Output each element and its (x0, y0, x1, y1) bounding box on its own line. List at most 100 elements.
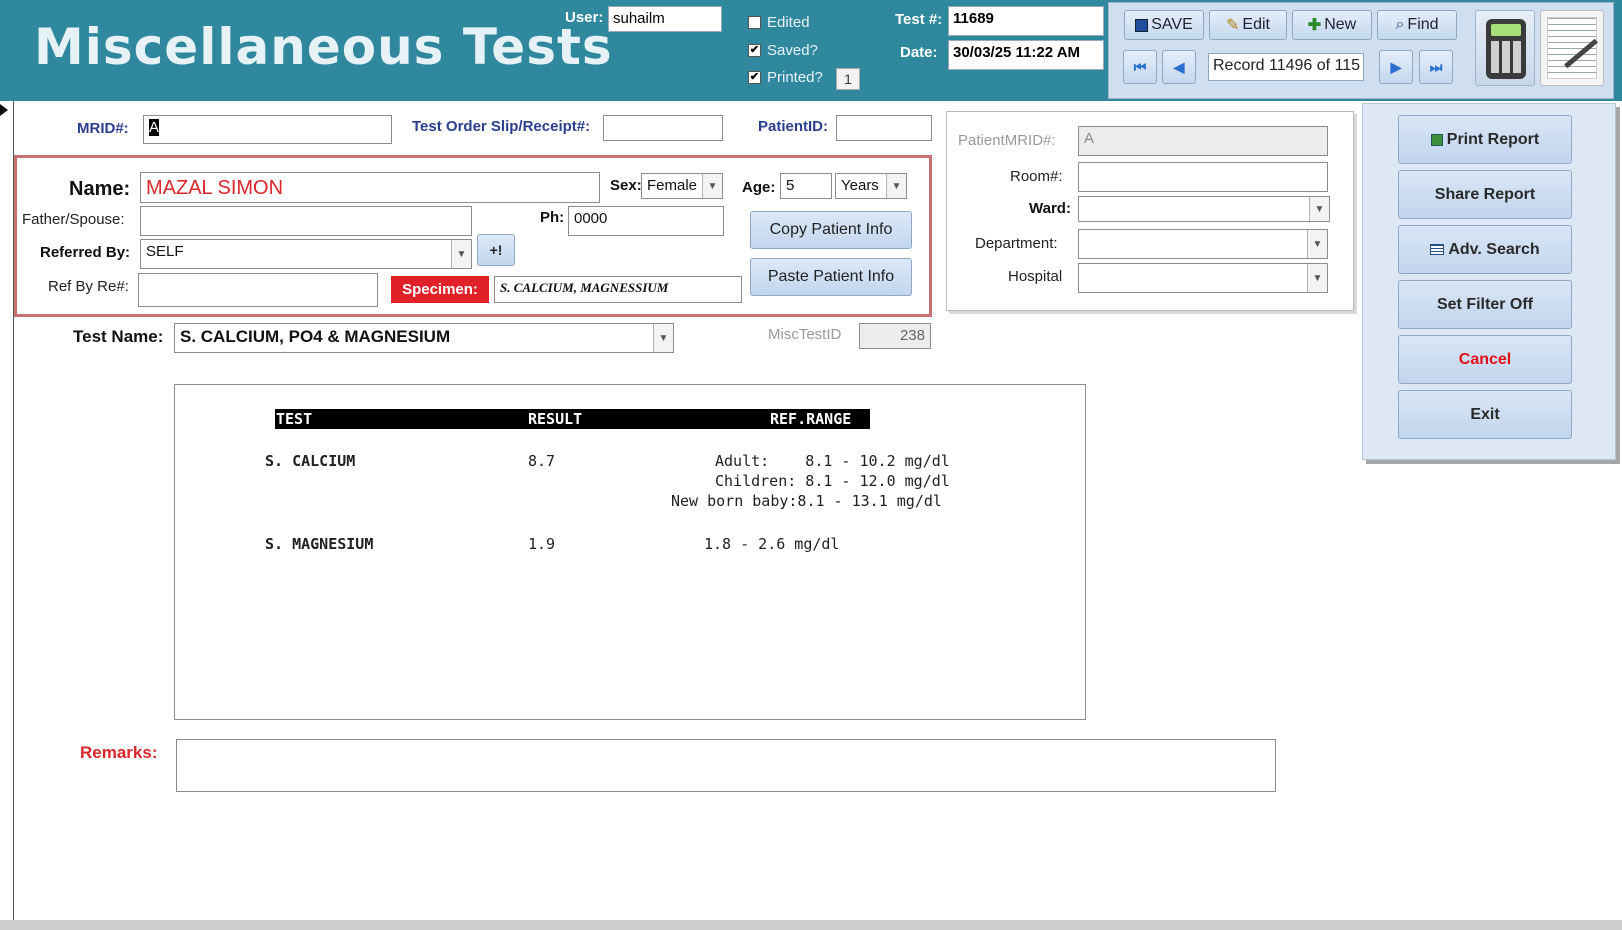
chevron-down-icon[interactable]: ▼ (1307, 230, 1327, 258)
report-test-name: S. CALCIUM (265, 452, 356, 470)
patientid-label: PatientID: (758, 118, 829, 135)
test-name-label: Test Name: (73, 327, 164, 346)
test-name-combo[interactable]: S. CALCIUM, PO4 & MAGNESIUM ▼ (174, 323, 674, 353)
hospital-label: Hospital (1008, 268, 1063, 285)
mrid-field[interactable]: A (143, 115, 392, 144)
ward-combo[interactable]: ▼ (1078, 196, 1330, 222)
record-counter: Record 11496 of 115 (1208, 53, 1364, 81)
report-result-box[interactable]: TEST RESULT REF.RANGE S. CALCIUM 8.7 Adu… (174, 384, 1086, 720)
test-no-field[interactable]: 11689 (948, 6, 1104, 36)
save-button[interactable]: SAVE (1124, 10, 1204, 40)
cancel-button[interactable]: Cancel (1398, 335, 1572, 384)
last-record-button[interactable]: ⏭ (1419, 50, 1453, 84)
report-range-line: Children: 8.1 - 12.0 mg/dl (715, 472, 950, 490)
name-label: Name: (69, 178, 131, 200)
order-slip-label: Test Order Slip/Receipt#: (412, 118, 591, 135)
room-field[interactable] (1078, 162, 1328, 192)
bottom-status-bar (0, 920, 1622, 930)
hospital-combo[interactable]: ▼ (1078, 263, 1328, 293)
name-field[interactable]: MAZAL SIMON (140, 172, 600, 203)
user-label: User: (565, 9, 604, 26)
calculator-icon (1486, 19, 1526, 79)
copy-patient-info-button[interactable]: Copy Patient Info (750, 211, 912, 249)
report-col-test: TEST (276, 410, 313, 428)
save-icon (1135, 18, 1149, 32)
chevron-down-icon[interactable]: ▼ (1309, 197, 1329, 221)
exit-button[interactable]: Exit (1398, 390, 1572, 439)
saved-label: Saved? (767, 42, 818, 59)
record-selector-icon (0, 104, 8, 116)
next-record-button[interactable]: ▶ (1379, 50, 1413, 84)
printed-label: Printed? (767, 69, 823, 86)
chevron-down-icon[interactable]: ▼ (886, 174, 906, 198)
app-title: Miscellaneous Tests (34, 18, 613, 76)
saved-checkbox[interactable]: ✔ (748, 44, 761, 57)
saved-checkbox-row[interactable]: ✔ Saved? (748, 42, 818, 59)
misc-test-id-label: MiscTestID (768, 326, 842, 343)
printed-count: 1 (836, 68, 860, 90)
binoculars-icon: ⌕ (1395, 16, 1405, 33)
father-spouse-field[interactable] (140, 206, 472, 236)
calculator-button[interactable] (1475, 10, 1535, 86)
phone-label: Ph: (540, 209, 565, 226)
add-referrer-button[interactable]: +! (477, 234, 515, 266)
add-referrer-icon: +! (489, 242, 503, 258)
date-field[interactable]: 30/03/25 11:22 AM (948, 40, 1104, 70)
ref-by-re-field[interactable] (138, 273, 378, 307)
department-label: Department: (975, 235, 1058, 252)
set-filter-off-button[interactable]: Set Filter Off (1398, 280, 1572, 329)
edit-button[interactable]: ✎ Edit (1209, 10, 1287, 40)
paste-patient-info-button[interactable]: Paste Patient Info (750, 258, 912, 296)
chevron-down-icon[interactable]: ▼ (1307, 264, 1327, 292)
find-button[interactable]: ⌕ Find (1377, 10, 1457, 40)
notes-button[interactable] (1540, 10, 1604, 86)
referred-by-label: Referred By: (40, 244, 131, 261)
previous-record-icon: ◀ (1173, 58, 1185, 75)
ref-by-re-label: Ref By Re#: (48, 278, 129, 295)
report-range-line: 1.8 - 2.6 mg/dl (704, 535, 840, 553)
age-field[interactable]: 5 (780, 173, 832, 199)
edited-checkbox-row[interactable]: Edited (748, 14, 810, 31)
specimen-field[interactable]: S. CALCIUM, MAGNESSIUM (494, 276, 742, 303)
date-label: Date: (900, 44, 938, 61)
report-test-name: S. MAGNESIUM (265, 535, 374, 553)
referred-by-combo[interactable]: SELF ▼ (140, 239, 472, 269)
share-report-button[interactable]: Share Report (1398, 170, 1572, 219)
edited-checkbox[interactable] (748, 16, 761, 29)
chevron-down-icon[interactable]: ▼ (653, 324, 673, 352)
search-form-icon (1430, 244, 1445, 255)
chevron-down-icon[interactable]: ▼ (702, 174, 722, 198)
last-record-icon: ⏭ (1429, 58, 1443, 75)
report-col-result: RESULT (528, 410, 583, 428)
room-label: Room#: (1010, 168, 1063, 185)
patientid-field[interactable] (836, 115, 932, 141)
sex-combo[interactable]: Female ▼ (641, 173, 723, 199)
test-no-label: Test #: (895, 11, 943, 28)
first-record-icon: ⏮ (1133, 58, 1147, 75)
chevron-down-icon[interactable]: ▼ (451, 240, 471, 268)
department-combo[interactable]: ▼ (1078, 229, 1328, 259)
previous-record-button[interactable]: ◀ (1162, 50, 1196, 84)
mrid-label: MRID#: (77, 120, 129, 137)
age-label: Age: (742, 179, 776, 196)
user-field[interactable]: suhailm (608, 6, 722, 32)
advanced-search-button[interactable]: Adv. Search (1398, 225, 1572, 274)
phone-field[interactable]: 0000 (568, 206, 724, 236)
edited-label: Edited (767, 14, 810, 31)
specimen-label: Specimen: (391, 276, 489, 303)
action-panel: Print Report Share Report Adv. Search Se… (1362, 103, 1616, 460)
patient-mrid-field: A (1078, 126, 1328, 156)
ward-label: Ward: (1029, 200, 1071, 217)
age-unit-combo[interactable]: Years ▼ (835, 173, 907, 199)
first-record-button[interactable]: ⏮ (1123, 50, 1157, 84)
sex-label: Sex: (610, 177, 642, 194)
report-result-value: 8.7 (528, 452, 556, 470)
print-report-button[interactable]: Print Report (1398, 115, 1572, 164)
printed-checkbox[interactable]: ✔ (748, 71, 761, 84)
printed-checkbox-row[interactable]: ✔ Printed? (748, 69, 823, 86)
order-slip-field[interactable] (603, 115, 723, 141)
remarks-label: Remarks: (80, 743, 158, 762)
new-button[interactable]: ✚ New (1292, 10, 1372, 40)
remarks-field[interactable] (176, 739, 1276, 792)
report-range-line: New born baby:8.1 - 13.1 mg/dl (671, 492, 942, 510)
